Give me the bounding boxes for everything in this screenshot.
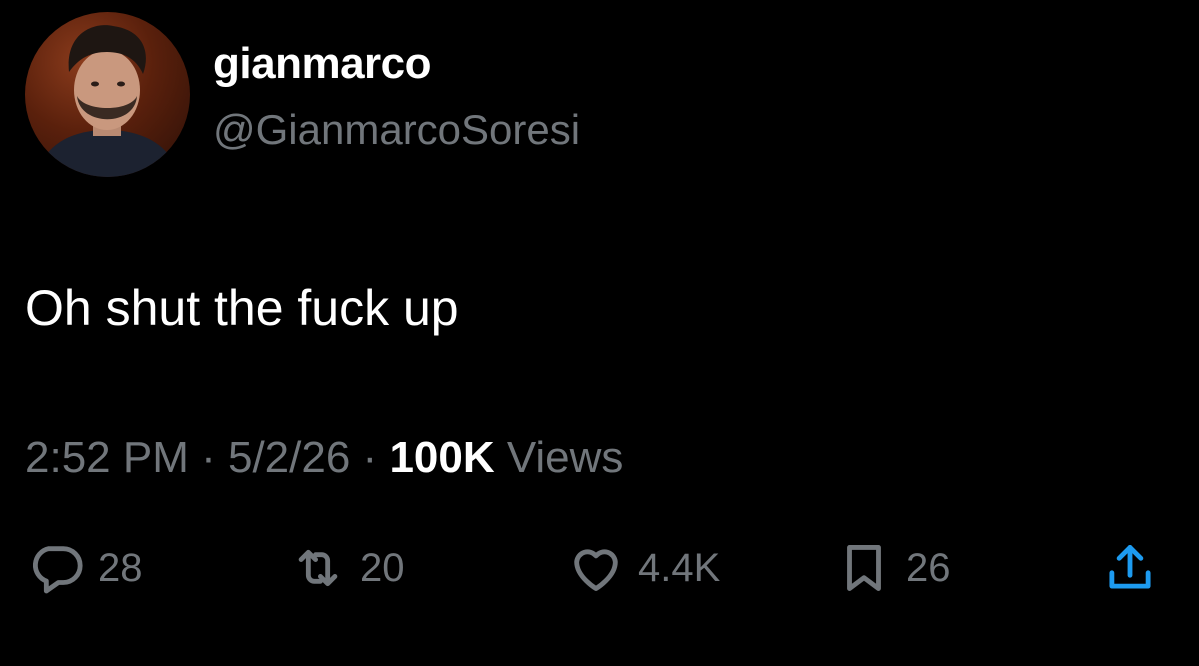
share-button[interactable] xyxy=(1100,533,1172,603)
retweet-icon xyxy=(288,538,348,598)
bookmark-count: 26 xyxy=(906,545,951,590)
tweet-text: Oh shut the fuck up xyxy=(25,280,459,336)
retweet-count: 20 xyxy=(360,545,405,590)
bookmark-button[interactable]: 26 xyxy=(834,533,951,603)
reply-icon xyxy=(26,538,86,598)
reply-button[interactable]: 28 xyxy=(26,533,143,603)
tweet-meta: 2:52 PM · 5/2/26 · 100K Views xyxy=(25,428,623,488)
reply-count: 28 xyxy=(98,545,143,590)
meta-separator: · xyxy=(188,433,228,482)
heart-icon xyxy=(566,538,626,598)
author-handle[interactable]: @GianmarcoSoresi xyxy=(213,102,580,158)
views-label: Views xyxy=(494,433,624,482)
avatar[interactable] xyxy=(25,12,190,177)
retweet-button[interactable]: 20 xyxy=(288,533,405,603)
views-count: 100K xyxy=(389,433,495,482)
author-display-name[interactable]: gianmarco xyxy=(213,36,432,92)
share-icon xyxy=(1100,538,1160,598)
tweet-date[interactable]: 5/2/26 xyxy=(228,433,350,482)
like-count: 4.4K xyxy=(638,545,721,590)
tweet-time[interactable]: 2:52 PM xyxy=(25,433,189,482)
bookmark-icon xyxy=(834,538,894,598)
like-button[interactable]: 4.4K xyxy=(566,533,720,603)
meta-separator: · xyxy=(350,433,390,482)
tweet-actions-bar: 28 20 4.4K 26 xyxy=(0,533,1199,603)
profile-photo-icon xyxy=(35,25,180,177)
